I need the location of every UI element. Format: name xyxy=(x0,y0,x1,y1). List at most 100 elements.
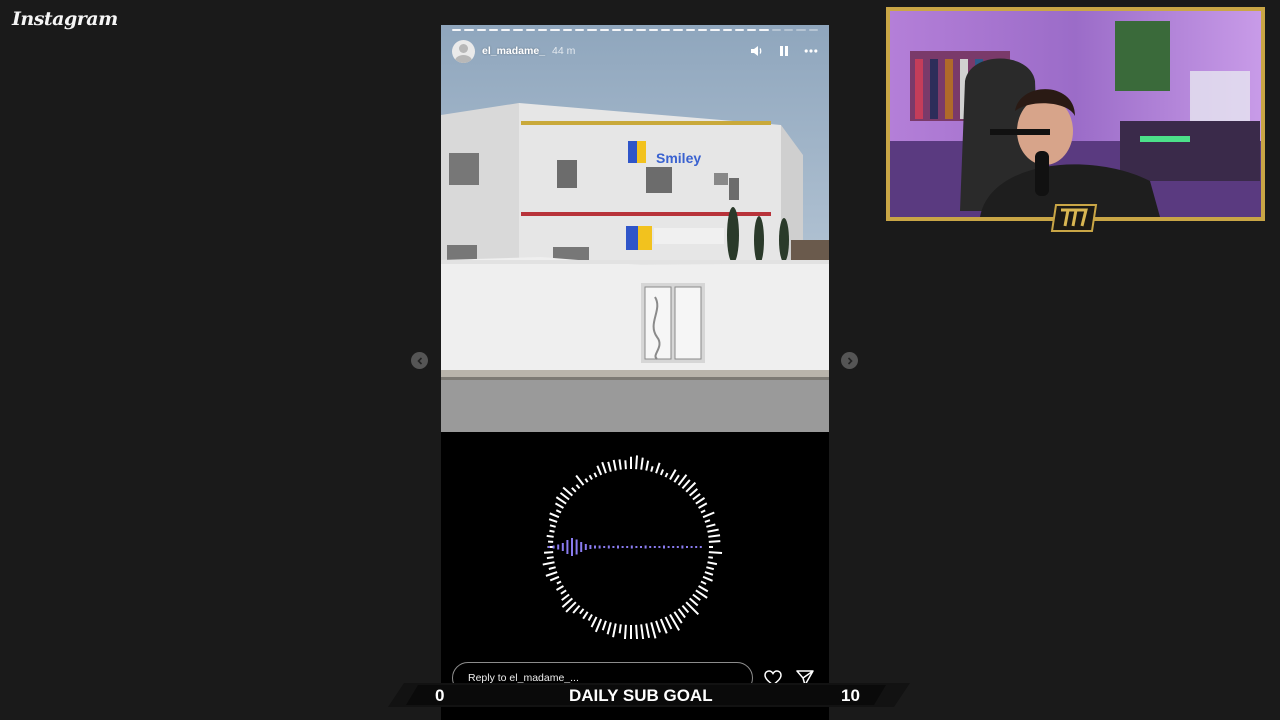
visualizer-bar xyxy=(549,512,560,519)
visualizer-bar xyxy=(545,571,558,577)
progress-segment xyxy=(587,29,597,31)
progress-segment xyxy=(796,29,806,31)
story-viewer[interactable]: Smiley el_madame_ 44 m Reply to el_madam… xyxy=(441,25,829,720)
progress-segment xyxy=(784,29,794,31)
progress-segment xyxy=(734,29,745,31)
visualizer-bar xyxy=(702,511,715,519)
visualizer-bar xyxy=(708,540,721,543)
visualizer-bar xyxy=(708,551,723,554)
story-username[interactable]: el_madame_ xyxy=(482,45,545,57)
progress-segment xyxy=(722,29,732,31)
visualizer-bar xyxy=(640,624,645,639)
chevron-left-icon[interactable] xyxy=(411,352,428,369)
visualizer-bar xyxy=(624,460,627,470)
progress-segment xyxy=(759,29,769,31)
visualizer-bar xyxy=(548,566,556,570)
visualizer-bar xyxy=(650,622,657,639)
visualizer-bar xyxy=(659,469,665,476)
visualizer-bar xyxy=(596,465,603,476)
visualizer-bar xyxy=(594,618,603,633)
visualizer-bar xyxy=(584,478,589,483)
progress-segment xyxy=(648,29,659,31)
visualizer-bar xyxy=(555,496,567,505)
sign-text: Smiley xyxy=(656,150,701,166)
progress-segment xyxy=(685,29,695,31)
speaker-icon[interactable] xyxy=(750,44,764,58)
visualizer-bar xyxy=(664,616,673,630)
visualizer-bar xyxy=(554,502,564,509)
visualizer-bar xyxy=(572,604,581,614)
sub-goal-target: 10 xyxy=(841,686,860,705)
visualizer-bar xyxy=(688,597,699,607)
visualizer-bar xyxy=(601,620,607,631)
visualizer-bar xyxy=(640,457,644,470)
visualizer-bar xyxy=(556,580,562,585)
visualizer-bar xyxy=(555,585,564,591)
progress-segment xyxy=(624,29,634,31)
visualizer-bar xyxy=(681,479,691,490)
visualizer-bar xyxy=(692,493,701,501)
visualizer-bar xyxy=(635,455,638,470)
user-avatar[interactable] xyxy=(452,39,475,63)
story-header: el_madame_ 44 m xyxy=(452,39,818,63)
visualizer-bar xyxy=(549,524,556,528)
visualizer-bar xyxy=(669,469,677,480)
progress-segment xyxy=(661,29,671,31)
progress-segment xyxy=(501,29,511,31)
visualizer-bar xyxy=(618,624,622,634)
visualizer-bar xyxy=(677,608,686,619)
progress-segment xyxy=(697,29,708,31)
sub-goal-label: DAILY SUB GOAL xyxy=(569,686,713,705)
visualizer-bar xyxy=(542,561,555,566)
streamer-webcam xyxy=(886,7,1265,221)
visualizer-bar xyxy=(706,566,715,571)
story-time: 44 m xyxy=(552,45,576,57)
streamer-logo-badge xyxy=(1050,204,1098,232)
visualizer-bar xyxy=(587,614,593,621)
visualizer-bar xyxy=(623,624,627,639)
more-options-icon[interactable] xyxy=(804,44,818,58)
visualizer-bar xyxy=(688,488,698,497)
visualizer-bar xyxy=(707,561,718,566)
audio-visualizer xyxy=(542,455,723,639)
visualizer-bar xyxy=(546,534,554,538)
page: Instagram Smiley el_madame_ 44 m Reply t… xyxy=(0,0,1280,720)
visualizer-bar xyxy=(579,608,585,615)
visualizer-bar xyxy=(655,620,661,633)
chevron-right-icon[interactable] xyxy=(841,352,858,369)
progress-segment xyxy=(599,29,609,31)
progress-segment xyxy=(513,29,523,31)
visualizer-bar xyxy=(575,474,585,486)
visualizer-bar xyxy=(575,484,581,490)
visualizer-bar xyxy=(645,460,650,471)
visualizer-bar xyxy=(560,589,567,595)
visualizer-bar xyxy=(695,589,708,599)
visualizer-bar xyxy=(704,571,714,576)
visualizer-bar xyxy=(681,604,690,614)
visualizer-bar xyxy=(650,466,654,472)
visualizer-bar xyxy=(590,616,598,628)
progress-segment xyxy=(636,29,646,31)
visualizer-bar xyxy=(692,593,701,601)
progress-segment xyxy=(476,29,486,31)
visualizer-bar xyxy=(673,474,680,483)
progress-segment xyxy=(464,29,474,31)
visualizer-bar xyxy=(612,459,617,471)
pause-icon[interactable] xyxy=(777,44,791,58)
progress-segment xyxy=(550,29,560,31)
instagram-logo[interactable]: Instagram xyxy=(12,8,118,30)
webcam-scene xyxy=(890,11,1261,217)
progress-segment xyxy=(673,29,683,31)
visualizer-bar xyxy=(593,472,598,478)
visualizer-bar xyxy=(700,509,706,514)
visualizer-bar xyxy=(555,509,562,514)
visualizer-bar xyxy=(549,529,555,533)
progress-segment xyxy=(771,29,782,31)
visualizer-bar xyxy=(543,551,554,554)
visualizer-bar xyxy=(677,474,688,486)
visualizer-bar xyxy=(698,502,708,509)
visualizer-bar xyxy=(612,623,617,638)
story-photo: Smiley xyxy=(441,25,829,432)
visualizer-bar xyxy=(559,492,570,501)
progress-segment xyxy=(747,29,757,31)
